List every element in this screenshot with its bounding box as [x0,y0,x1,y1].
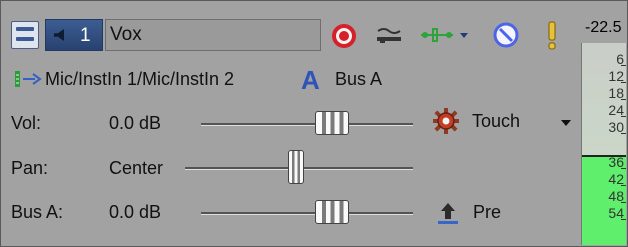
pan-label: Pan: [11,158,49,178]
meter-tick: 18 [608,85,626,101]
track-header: 1 Vox -22.5 6 12 18 24 30 36 42 48 54 Mi… [0,0,628,247]
gear-icon[interactable] [432,107,460,135]
meter-tick: 54 [608,205,626,221]
bus-send-slider-track[interactable] [201,212,413,215]
bus-send-label: Bus A: [11,202,64,222]
meter-tick: 42 [608,171,626,187]
bus-send-value[interactable]: 0.0 dB [109,202,161,223]
mute-icon[interactable] [493,22,519,48]
meter-tick: 48 [608,188,626,204]
pan-value[interactable]: Center [109,158,163,179]
track-name-field[interactable]: Vox [105,19,321,51]
vol-slider-track[interactable] [201,123,413,126]
bus-send-slider-thumb[interactable] [315,200,349,224]
automation-mode-dropdown-icon[interactable] [561,120,571,126]
record-arm-icon[interactable] [332,24,356,48]
peak-readout: -22.5 [585,19,622,36]
bus-name[interactable]: Bus A [335,69,382,90]
meter-tick: 30 [608,119,626,135]
solo-icon[interactable] [547,20,557,50]
input-route-label[interactable]: Mic/InstIn 1/Mic/InstIn 2 [45,69,234,90]
track-fx-icon[interactable] [419,23,473,47]
track-number-button[interactable]: 1 [45,19,103,51]
pan-slider-thumb[interactable] [288,150,304,184]
track-number: 1 [80,25,91,46]
send-mode-label[interactable]: Pre [473,202,501,223]
automation-mode-label[interactable]: Touch [472,111,520,132]
level-meter: 6 12 18 24 30 36 42 48 54 [581,43,626,245]
vol-label: Vol: [11,113,42,133]
automation-settings-icon[interactable] [376,25,402,45]
input-route-icon[interactable] [13,69,43,89]
meter-tick: 6 [616,51,626,67]
vol-value[interactable]: 0.0 dB [109,113,161,134]
meter-tick: 12 [608,68,626,84]
expand-track-icon[interactable] [11,21,39,49]
vol-slider-thumb[interactable] [315,111,349,135]
meter-tick: 24 [608,102,626,118]
send-icon[interactable] [435,201,461,225]
meter-tick: 36 [608,154,626,170]
speaker-icon [54,29,64,41]
bus-icon[interactable]: A [301,65,320,96]
